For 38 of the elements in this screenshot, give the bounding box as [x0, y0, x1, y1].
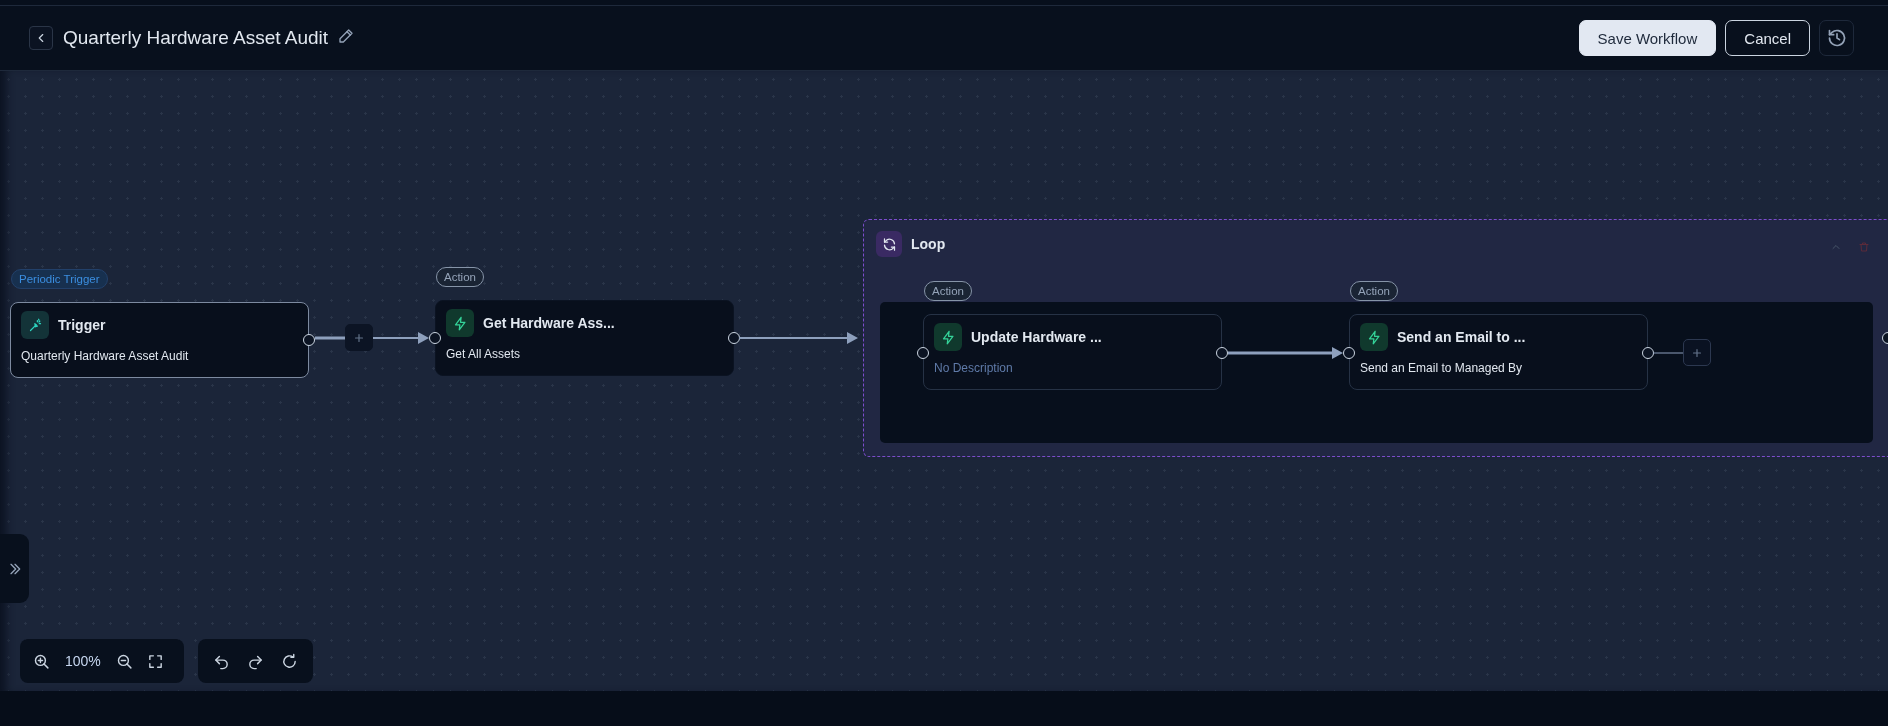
- history-icon: [1826, 28, 1847, 48]
- history-button[interactable]: [1819, 20, 1854, 56]
- zoom-level: 100%: [65, 653, 101, 669]
- node-title: Update Hardware ...: [971, 329, 1102, 345]
- edit-icon[interactable]: [338, 28, 355, 44]
- workflow-node[interactable]: Get Hardware Ass... Get All Assets: [435, 300, 734, 376]
- node-tag: Action: [1350, 281, 1398, 301]
- reload-icon[interactable]: [281, 652, 299, 670]
- connection-handle[interactable]: [429, 332, 441, 344]
- node-description: Send an Email to Managed By: [1360, 361, 1524, 375]
- fit-view-icon[interactable]: [146, 652, 164, 670]
- cancel-button[interactable]: Cancel: [1725, 20, 1810, 56]
- workflow-title: Quarterly Hardware Asset Audit: [63, 27, 329, 49]
- zoom-in-icon[interactable]: [33, 652, 50, 670]
- node-description: No Description: [934, 361, 1014, 375]
- lightning-icon: [1366, 329, 1382, 345]
- node-title: Send an Email to ...: [1397, 329, 1526, 345]
- workflow-node[interactable]: Send an Email to ... Send an Email to Managed By: [1349, 314, 1648, 390]
- workflow-node[interactable]: Trigger Quarterly Hardware Asset Audit: [10, 302, 309, 378]
- save-button[interactable]: Save Workflow: [1578, 20, 1717, 56]
- connector-line: [1652, 352, 1684, 354]
- back-button[interactable]: [29, 26, 53, 50]
- loop-title: Loop: [911, 236, 946, 252]
- connector-arrow: [372, 332, 429, 344]
- connector-line: [315, 336, 345, 340]
- loop-icon: [881, 236, 897, 252]
- node-tag: Periodic Trigger: [11, 269, 108, 289]
- node-title: Get Hardware Ass...: [483, 315, 615, 331]
- zoom-out-icon[interactable]: [115, 652, 133, 670]
- lightning-icon: [452, 315, 468, 331]
- node-description: Quarterly Hardware Asset Audit: [21, 349, 190, 363]
- node-title: Trigger: [58, 317, 106, 333]
- wand-icon: [27, 317, 43, 333]
- node-tag: Action: [924, 281, 972, 301]
- node-tag: Action: [436, 267, 484, 287]
- node-description: Get All Assets: [446, 347, 522, 361]
- lightning-icon: [940, 329, 956, 345]
- workflow-node[interactable]: Update Hardware ... No Description: [923, 314, 1222, 390]
